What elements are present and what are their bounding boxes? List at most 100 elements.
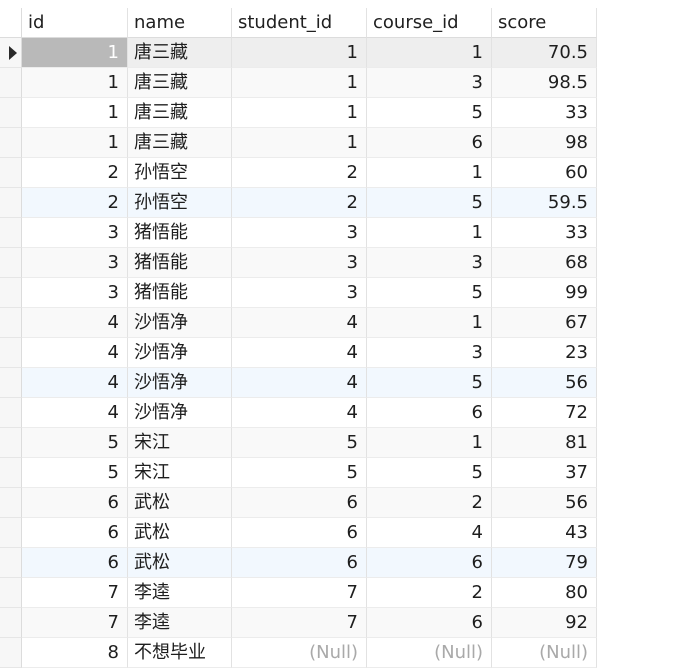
column-header-id[interactable]: id: [22, 8, 128, 38]
cell-course-id[interactable]: (Null): [367, 638, 492, 668]
cell-course-id[interactable]: 1: [367, 38, 492, 68]
cell-student-id[interactable]: 1: [232, 68, 367, 98]
cell-score[interactable]: 72: [492, 398, 597, 428]
cell-name[interactable]: 猪悟能: [128, 278, 232, 308]
cell-id[interactable]: 4: [22, 308, 128, 338]
table-row[interactable]: 6 武松 6 4 43: [0, 518, 597, 548]
cell-score[interactable]: 81: [492, 428, 597, 458]
cell-student-id[interactable]: 3: [232, 248, 367, 278]
table-row[interactable]: 4 沙悟净 4 3 23: [0, 338, 597, 368]
cell-id[interactable]: 6: [22, 488, 128, 518]
cell-score[interactable]: 43: [492, 518, 597, 548]
cell-course-id[interactable]: 2: [367, 488, 492, 518]
cell-student-id[interactable]: 7: [232, 608, 367, 638]
table-row[interactable]: 6 武松 6 6 79: [0, 548, 597, 578]
row-gutter[interactable]: [0, 278, 22, 308]
table-row[interactable]: 2 孙悟空 2 5 59.5: [0, 188, 597, 218]
cell-name[interactable]: 沙悟净: [128, 368, 232, 398]
row-gutter[interactable]: [0, 128, 22, 158]
cell-name[interactable]: 武松: [128, 548, 232, 578]
cell-name[interactable]: 孙悟空: [128, 158, 232, 188]
row-gutter[interactable]: [0, 218, 22, 248]
cell-id[interactable]: 3: [22, 278, 128, 308]
cell-course-id[interactable]: 6: [367, 128, 492, 158]
row-gutter[interactable]: [0, 638, 22, 668]
cell-course-id[interactable]: 3: [367, 68, 492, 98]
row-gutter[interactable]: [0, 308, 22, 338]
cell-student-id[interactable]: 5: [232, 428, 367, 458]
cell-name[interactable]: 武松: [128, 488, 232, 518]
cell-score[interactable]: 56: [492, 368, 597, 398]
table-row[interactable]: 4 沙悟净 4 5 56: [0, 368, 597, 398]
row-gutter[interactable]: [0, 68, 22, 98]
row-gutter[interactable]: [0, 98, 22, 128]
cell-course-id[interactable]: 1: [367, 218, 492, 248]
cell-id[interactable]: 1: [22, 38, 128, 68]
cell-name[interactable]: 唐三藏: [128, 98, 232, 128]
table-row[interactable]: 4 沙悟净 4 1 67: [0, 308, 597, 338]
table-row[interactable]: 4 沙悟净 4 6 72: [0, 398, 597, 428]
column-header-course-id[interactable]: course_id: [367, 8, 492, 38]
cell-course-id[interactable]: 1: [367, 308, 492, 338]
cell-student-id[interactable]: 3: [232, 218, 367, 248]
table-row[interactable]: 5 宋江 5 1 81: [0, 428, 597, 458]
cell-score[interactable]: (Null): [492, 638, 597, 668]
cell-student-id[interactable]: 1: [232, 98, 367, 128]
cell-name[interactable]: 武松: [128, 518, 232, 548]
cell-id[interactable]: 4: [22, 338, 128, 368]
cell-id[interactable]: 5: [22, 428, 128, 458]
cell-course-id[interactable]: 6: [367, 548, 492, 578]
cell-name[interactable]: 猪悟能: [128, 248, 232, 278]
cell-course-id[interactable]: 5: [367, 98, 492, 128]
cell-course-id[interactable]: 6: [367, 608, 492, 638]
cell-course-id[interactable]: 4: [367, 518, 492, 548]
table-row[interactable]: 5 宋江 5 5 37: [0, 458, 597, 488]
cell-id[interactable]: 1: [22, 98, 128, 128]
cell-name[interactable]: 唐三藏: [128, 38, 232, 68]
cell-score[interactable]: 23: [492, 338, 597, 368]
cell-course-id[interactable]: 1: [367, 428, 492, 458]
row-gutter[interactable]: [0, 608, 22, 638]
cell-name[interactable]: 沙悟净: [128, 398, 232, 428]
cell-name[interactable]: 不想毕业: [128, 638, 232, 668]
row-gutter[interactable]: [0, 548, 22, 578]
table-row[interactable]: 3 猪悟能 3 3 68: [0, 248, 597, 278]
cell-name[interactable]: 唐三藏: [128, 128, 232, 158]
table-row[interactable]: 2 孙悟空 2 1 60: [0, 158, 597, 188]
cell-id[interactable]: 2: [22, 158, 128, 188]
cell-name[interactable]: 沙悟净: [128, 338, 232, 368]
table-row[interactable]: 1 唐三藏 1 3 98.5: [0, 68, 597, 98]
row-gutter[interactable]: [0, 398, 22, 428]
cell-score[interactable]: 79: [492, 548, 597, 578]
row-gutter[interactable]: [0, 38, 22, 68]
cell-id[interactable]: 7: [22, 578, 128, 608]
row-gutter[interactable]: [0, 518, 22, 548]
cell-student-id[interactable]: 6: [232, 488, 367, 518]
cell-course-id[interactable]: 2: [367, 578, 492, 608]
table-row[interactable]: 1 唐三藏 1 5 33: [0, 98, 597, 128]
row-gutter[interactable]: [0, 188, 22, 218]
table-row[interactable]: 8 不想毕业 (Null) (Null) (Null): [0, 638, 597, 668]
cell-score[interactable]: 33: [492, 218, 597, 248]
column-header-score[interactable]: score: [492, 8, 597, 38]
cell-course-id[interactable]: 5: [367, 458, 492, 488]
cell-student-id[interactable]: 2: [232, 158, 367, 188]
cell-score[interactable]: 37: [492, 458, 597, 488]
cell-name[interactable]: 猪悟能: [128, 218, 232, 248]
cell-id[interactable]: 3: [22, 248, 128, 278]
cell-name[interactable]: 李逵: [128, 578, 232, 608]
cell-score[interactable]: 98: [492, 128, 597, 158]
cell-id[interactable]: 3: [22, 218, 128, 248]
table-row[interactable]: 7 李逵 7 2 80: [0, 578, 597, 608]
cell-name[interactable]: 孙悟空: [128, 188, 232, 218]
cell-student-id[interactable]: (Null): [232, 638, 367, 668]
table-row[interactable]: 3 猪悟能 3 5 99: [0, 278, 597, 308]
row-gutter[interactable]: [0, 578, 22, 608]
cell-course-id[interactable]: 3: [367, 338, 492, 368]
cell-id[interactable]: 1: [22, 68, 128, 98]
cell-id[interactable]: 8: [22, 638, 128, 668]
cell-student-id[interactable]: 4: [232, 368, 367, 398]
cell-student-id[interactable]: 4: [232, 398, 367, 428]
cell-student-id[interactable]: 6: [232, 548, 367, 578]
cell-student-id[interactable]: 2: [232, 188, 367, 218]
